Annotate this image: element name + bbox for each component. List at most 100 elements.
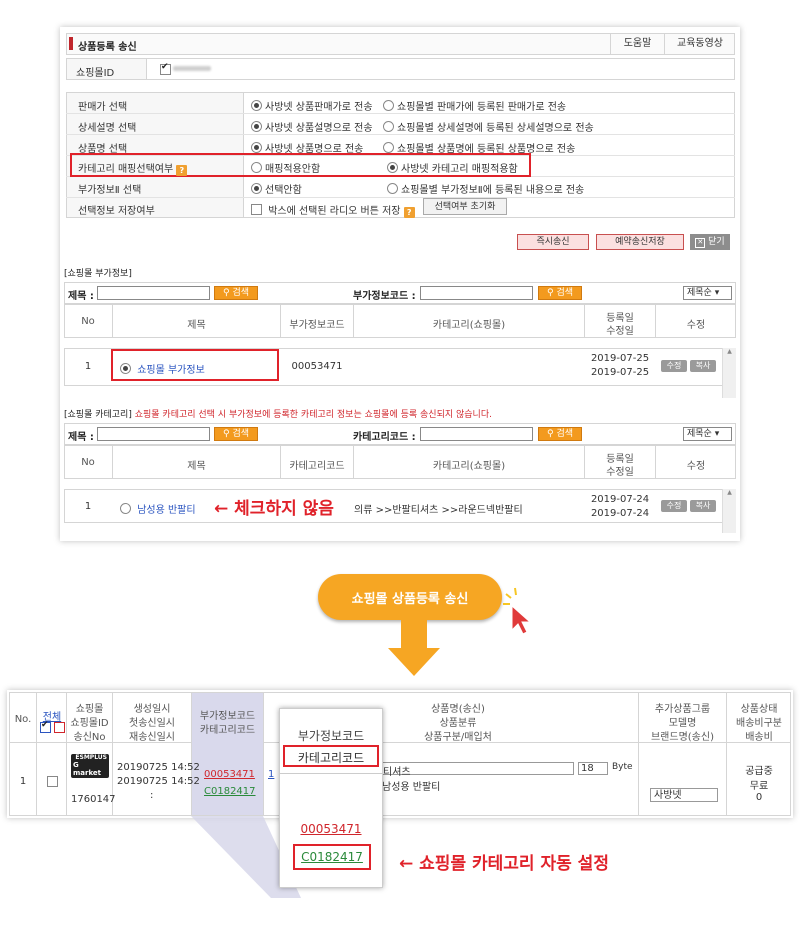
category-code-search-button[interactable]: ⚲ 검색 <box>538 427 582 441</box>
col-mall-id: 쇼핑몰ID <box>70 718 109 729</box>
mall-id-checkbox[interactable] <box>160 62 174 77</box>
mapping-option-on[interactable]: 사방넷 카테고리 매핑적용함 <box>387 160 518 175</box>
byte-count-input[interactable]: 18 <box>578 762 608 775</box>
category-sort-select[interactable]: 제목순 ▾ <box>683 427 732 441</box>
addinfo-search-button[interactable]: ⚲ 검색 <box>214 286 258 300</box>
addinfo-copy-button[interactable]: 복사 <box>690 360 716 372</box>
addinfo-row-reg: 2019-07-25 <box>590 353 650 364</box>
category-code-label: 카테고리코드 : <box>353 432 416 443</box>
save-selection-checkbox[interactable]: 박스에 선택된 라디오 버튼 저장 ? <box>251 202 415 218</box>
divider <box>66 113 735 114</box>
result-link-partial[interactable]: 1 <box>268 769 274 780</box>
addinfo2-option-mall[interactable]: 쇼핑몰별 부가정보Ⅱ에 등록된 내용으로 전송 <box>387 181 584 196</box>
detail-option-mall[interactable]: 쇼핑몰별 상세설명에 등록된 상세설명으로 전송 <box>383 119 594 134</box>
price-option-sabangnet[interactable]: 사방넷 상품판매가로 전송 <box>251 98 373 113</box>
category-radio[interactable] <box>120 503 131 514</box>
col-product-type: 상품구분/매입처 <box>424 732 492 743</box>
col-divider <box>263 692 264 816</box>
byte-unit: Byte <box>612 762 633 772</box>
zoom-category-code: C0182417 <box>301 850 363 864</box>
col-category-code: 카테고리코드 <box>289 461 345 472</box>
result-send-no: 1760147 <box>71 794 116 805</box>
category-scrollbar[interactable]: ▲ <box>722 489 736 533</box>
result-row-no: 1 <box>19 776 27 787</box>
help-icon[interactable]: ? <box>176 165 188 176</box>
detail-select-label: 상세설명 선택 <box>78 123 137 134</box>
category-mapping-label: 카테고리 매핑선택여부 ? <box>78 160 188 176</box>
addinfo-code-search-button[interactable]: ⚲ 검색 <box>538 286 582 300</box>
save-selection-label: 선택정보 저장여부 <box>78 206 155 217</box>
result-resend: : <box>150 790 154 801</box>
category-search-button[interactable]: ⚲ 검색 <box>214 427 258 441</box>
addinfo-edit-button[interactable]: 수정 <box>661 360 687 372</box>
detail-option-sabangnet[interactable]: 사방넷 상품설명으로 전송 <box>251 119 373 134</box>
col-category: 카테고리(쇼핑몰) <box>432 320 506 331</box>
category-row-path: 의류 >>반팔티셔츠 >>라운드넥반팔티 <box>354 505 523 516</box>
col-model: 모델명 <box>668 718 697 729</box>
cursor-icon <box>503 587 532 635</box>
category-row-title[interactable]: 남성용 반팔티 <box>120 501 196 516</box>
category-edit-button[interactable]: 수정 <box>661 500 687 512</box>
result-ship-type: 무료 <box>749 781 769 792</box>
product-name-input[interactable]: 티셔츠 <box>380 762 574 778</box>
gmarket-logo: ESMPLUS G market <box>71 754 109 778</box>
addinfo-scrollbar[interactable]: ▲ <box>722 348 736 398</box>
dropdown-arrow-icon: ▾ <box>714 429 720 439</box>
col-title: 제목 <box>187 320 206 331</box>
flow-label: 쇼핑몰 상품등록 송신 <box>351 592 469 607</box>
zoom-divider <box>279 773 383 774</box>
down-arrow-icon <box>388 618 440 676</box>
category-copy-button[interactable]: 복사 <box>690 500 716 512</box>
addinfo-code-input[interactable] <box>420 286 533 300</box>
page-title: 상품등록 송신 <box>78 42 137 53</box>
mapping-option-off[interactable]: 매핑적용안함 <box>251 160 320 175</box>
edu-video-link[interactable]: 교육동영상 <box>664 33 735 55</box>
price-select-label: 판매가 선택 <box>78 102 128 113</box>
search-icon: ⚲ <box>546 429 554 439</box>
addinfo-row-no: 1 <box>84 361 92 372</box>
search-icon: ⚲ <box>546 288 554 298</box>
brand-input[interactable]: 사방넷 <box>650 788 718 802</box>
category-code-input[interactable] <box>420 427 533 441</box>
result-ship-fee: 0 <box>755 792 763 803</box>
col-product-category: 상품분류 <box>439 718 477 729</box>
zoom-header-category: 카테고리코드 <box>297 751 365 765</box>
col-ship-fee: 배송비 <box>745 732 773 743</box>
addinfo-title-label: 제목 : <box>68 291 94 302</box>
col-brand: 브랜드명(송신) <box>650 732 714 743</box>
reserve-save-button[interactable]: 예약송신저장 <box>596 234 684 250</box>
logo-text-top: ESMPLUS <box>75 754 107 761</box>
category-row-mod: 2019-07-24 <box>590 508 650 519</box>
select-all-checkbox[interactable] <box>40 720 68 735</box>
addinfo-section-title: [쇼핑몰 부가정보] <box>64 269 132 279</box>
col-extra-group: 추가상품그룹 <box>654 704 711 715</box>
addinfo-radio[interactable] <box>120 363 131 374</box>
addinfo-code-label: 부가정보코드 : <box>353 291 416 302</box>
col-divider <box>36 692 37 816</box>
addinfo-title-input[interactable] <box>97 286 210 300</box>
send-now-button[interactable]: 즉시송신 <box>517 234 589 250</box>
category-section-title: [쇼핑몰 카테고리] 쇼핑몰 카테고리 선택 시 부가정보에 등록한 카테고리 … <box>64 410 492 420</box>
divider <box>66 134 735 135</box>
reset-selection-button[interactable]: 선택여부 초기화 <box>423 198 507 215</box>
col-product-name: 상품명(송신) <box>431 704 485 715</box>
result-row-checkbox[interactable] <box>47 776 61 789</box>
result-category: 남성용 반팔티 <box>382 782 441 793</box>
addinfo2-option-none[interactable]: 선택안함 <box>251 181 302 196</box>
divider <box>66 197 735 198</box>
price-option-mall[interactable]: 쇼핑몰별 판매가에 등록된 판매가로 전송 <box>383 98 566 113</box>
close-button[interactable]: ✕ 닫기 <box>690 234 730 250</box>
help-icon[interactable]: ? <box>403 207 415 218</box>
dropdown-arrow-icon: ▾ <box>714 288 720 298</box>
addinfo-row-title[interactable]: 쇼핑몰 부가정보 <box>120 361 205 376</box>
col-no: No <box>81 457 95 468</box>
col-title: 제목 <box>187 461 206 472</box>
addinfo-sort-select[interactable]: 제목순 ▾ <box>683 286 732 300</box>
col-mod-date: 수정일 <box>606 467 634 478</box>
help-link[interactable]: 도움말 <box>610 33 664 55</box>
col-no: No. <box>14 714 32 725</box>
result-category-code[interactable]: C0182417 <box>204 786 256 797</box>
category-title-input[interactable] <box>97 427 210 441</box>
result-addinfo-code[interactable]: 00053471 <box>204 769 255 780</box>
col-send-no: 송신No <box>73 732 106 743</box>
